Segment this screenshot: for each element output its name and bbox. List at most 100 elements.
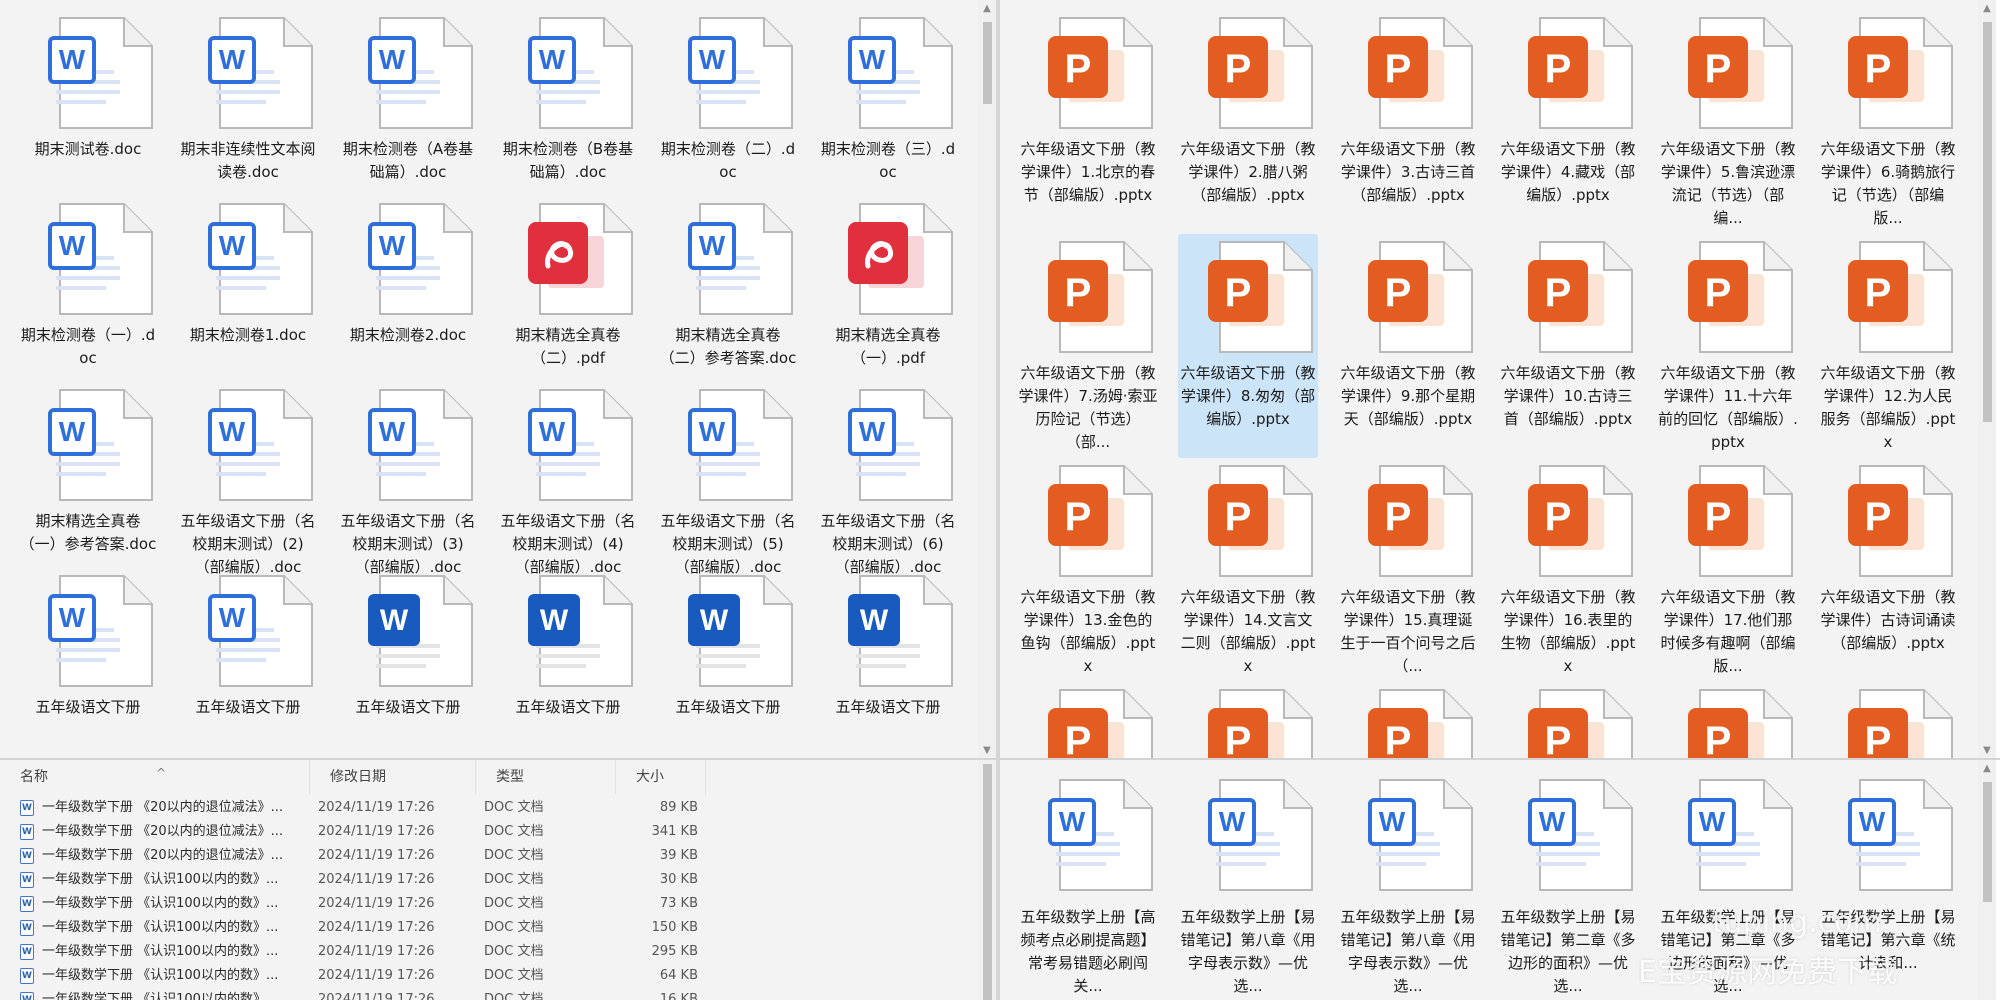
file-tile[interactable]: P 六年级语文下册（教学课件）7.汤姆·索亚历险记（节选）（部... [1018,234,1158,458]
svg-text:P: P [1385,495,1412,539]
file-tile[interactable]: P 六年级语文下册（教学课件）5.鲁滨逊漂流记（节选）（部编... [1658,10,1798,234]
file-tile[interactable]: P 六年级语文下册（教学课件）14.文言文二则（部编版）.pptx [1178,458,1318,682]
scroll-up-arrow-icon[interactable]: ▲ [1978,760,1996,778]
file-tile[interactable]: P 六年级语文下册（教学课件）8.匆匆（部编版）.pptx [1178,234,1318,458]
list-row[interactable]: 一年级数学下册 《认识100以内的数》... 2024/11/19 17:26 … [0,988,978,1000]
svg-text:W: W [539,44,566,75]
file-tile[interactable]: P 六年级语文下册（教学课件）2.腊八粥（部编版）.pptx [1178,10,1318,234]
file-tile[interactable]: W 五年级语文下册 [498,568,638,760]
ppt-icon: P [1368,689,1473,760]
file-name-label: 五年级语文下册 [35,698,141,716]
svg-text:W: W [1379,806,1406,837]
file-name-label: 五年级语文下册 [355,698,461,716]
bottom-right-scrollbar[interactable]: ▲ [1978,760,1996,1000]
bottom-right-file-pane: W 五年级数学上册【高频考点必刷提高题】常考易错题必刷闯关... W 五年级数学… [1000,760,1978,1000]
file-tile[interactable]: W 五年级数学上册【易错笔记】第二章《多边形的面积》—优选... [1658,772,1798,996]
file-tile[interactable]: W 五年级数学上册【高频考点必刷提高题】常考易错题必刷闯关... [1018,772,1158,996]
file-name-label: 六年级语文下册（教学课件）15.真理诞生于一百个问号之后（... [1340,588,1476,675]
svg-text:W: W [699,44,726,75]
list-row[interactable]: 一年级数学下册 《20以内的退位减法》... 2024/11/19 17:26 … [0,844,978,868]
word-file-small-icon [20,920,34,936]
file-tile[interactable]: W 五年级语文下册 [338,568,478,760]
scroll-thumb[interactable] [1983,782,1992,902]
list-row[interactable]: 一年级数学下册 《认识100以内的数》... 2024/11/19 17:26 … [0,940,978,964]
file-tile[interactable]: P 六年级语文下册（教学课件）4.藏戏（部编版）.pptx [1498,10,1638,234]
scroll-thumb[interactable] [1983,22,1992,422]
column-header-date[interactable]: 修改日期 [310,760,476,794]
column-header-date-label: 修改日期 [330,769,386,785]
file-tile[interactable]: W 五年级数学上册【易错笔记】第六章《统计表和... [1818,772,1958,996]
column-header-type[interactable]: 类型 [476,760,616,794]
file-tile[interactable]: P 六年级语文下册（教学课件）15.真理诞生于一百个问号之后（... [1338,458,1478,682]
column-header-size[interactable]: 大小 [616,760,706,794]
word-doc-icon: W [528,389,633,501]
svg-text:P: P [1385,719,1412,760]
details-scrollbar[interactable] [978,760,996,1000]
file-tile[interactable]: P 六年级语文下册（教学课件）古诗词诵读（部编版）.pptx [1818,458,1958,682]
word-docx-icon: W [368,575,473,687]
file-tile[interactable]: P 六年级语文下册（教学课件）11.十六年前的回忆（部编版）.pptx [1658,234,1798,458]
file-name-label: 六年级语文下册（教学课件）古诗词诵读（部编版）.pptx [1820,588,1956,652]
file-tile[interactable]: P 六年级语文下册（教学课件）12.为人民服务（部编版）.pptx [1818,234,1958,458]
file-name-label: 六年级语文下册（教学课件）14.文言文二则（部编版）.pptx [1180,588,1316,675]
file-tile[interactable]: W 五年级数学上册【易错笔记】第二章《多边形的面积》—优选... [1498,772,1638,996]
file-tile[interactable]: P 六年级语文下册（教学课件）1.北京的春节（部编版）.pptx [1018,10,1158,234]
svg-text:P: P [1865,719,1892,760]
file-tile[interactable]: P 六年级语文下册（教学课件）13.金色的鱼钩（部编版）.pptx [1018,458,1158,682]
file-tile[interactable]: W 五年级语文下册 [178,568,318,760]
list-row[interactable]: 一年级数学下册 《认识100以内的数》... 2024/11/19 17:26 … [0,868,978,892]
scroll-thumb[interactable] [983,764,992,1000]
file-tile[interactable]: W 五年级数学上册【易错笔记】第八章《用字母表示数》—优选... [1338,772,1478,996]
row-size: 341 KB [651,824,698,839]
svg-text:P: P [1545,271,1572,315]
word-file-small-icon [20,968,34,984]
file-name-label: 五年级语文下册 [515,698,621,716]
file-name-label: 五年级语文下册 [675,698,781,716]
file-tile[interactable]: W 五年级语文下册 [658,568,798,760]
file-tile[interactable]: P 六年级语文下册（教学课件）9.那个星期天（部编版）.pptx [1338,234,1478,458]
word-file-small-icon [20,824,34,840]
top-left-scrollbar[interactable]: ▲ ▼ [978,0,996,760]
svg-text:P: P [1385,47,1412,91]
file-tile[interactable]: P [1178,682,1318,760]
svg-text:W: W [700,604,729,637]
scroll-thumb[interactable] [983,22,992,104]
svg-text:W: W [1059,806,1086,837]
file-tile[interactable]: P [1338,682,1478,760]
list-row[interactable]: 一年级数学下册 《认识100以内的数》... 2024/11/19 17:26 … [0,916,978,940]
ppt-icon: P [1048,689,1153,760]
file-tile[interactable]: P 六年级语文下册（教学课件）3.古诗三首（部编版）.pptx [1338,10,1478,234]
list-row[interactable]: 一年级数学下册 《20以内的退位减法》... 2024/11/19 17:26 … [0,796,978,820]
list-row[interactable]: 一年级数学下册 《认识100以内的数》... 2024/11/19 17:26 … [0,892,978,916]
list-row[interactable]: 一年级数学下册 《认识100以内的数》... 2024/11/19 17:26 … [0,964,978,988]
file-tile[interactable]: W 五年级语文下册 [818,568,958,760]
row-size: 16 KB [659,992,698,1000]
row-size: 295 KB [651,944,698,959]
file-tile[interactable]: W 五年级数学上册【易错笔记】第八章《用字母表示数》—优选... [1178,772,1318,996]
file-tile[interactable]: P [1818,682,1958,760]
file-tile[interactable]: P 六年级语文下册（教学课件）16.表里的生物（部编版）.pptx [1498,458,1638,682]
file-tile[interactable]: P [1658,682,1798,760]
row-type: DOC 文档 [484,896,544,911]
word-doc-icon: W [368,17,473,129]
file-tile[interactable]: P 六年级语文下册（教学课件）6.骑鹅旅行记（节选）（部编版... [1818,10,1958,234]
file-tile[interactable]: W 五年级语文下册 [18,568,158,760]
ppt-icon: P [1528,689,1633,760]
ppt-icon: P [1368,17,1473,129]
file-tile[interactable]: P [1498,682,1638,760]
file-tile[interactable]: P [1018,682,1158,760]
scroll-up-arrow-icon[interactable]: ▲ [978,0,996,18]
svg-text:P: P [1065,271,1092,315]
svg-text:P: P [1225,495,1252,539]
list-row[interactable]: 一年级数学下册 《20以内的退位减法》... 2024/11/19 17:26 … [0,820,978,844]
file-tile[interactable]: P 六年级语文下册（教学课件）17.他们那时候多有趣啊（部编版... [1658,458,1798,682]
svg-text:W: W [380,604,409,637]
file-tile[interactable]: P 六年级语文下册（教学课件）10.古诗三首（部编版）.pptx [1498,234,1638,458]
column-header-name[interactable]: 名称 ^ [0,760,310,794]
row-size: 30 KB [659,872,698,887]
scroll-up-arrow-icon[interactable]: ▲ [1978,0,1996,18]
file-name-label: 期末检测卷（A卷基础篇）.doc [342,140,474,181]
top-right-scrollbar[interactable]: ▲ ▼ [1978,0,1996,760]
file-name-label: 六年级语文下册（教学课件）8.匆匆（部编版）.pptx [1180,364,1316,428]
file-name-label: 期末精选全真卷（二）参考答案.doc [659,326,797,367]
